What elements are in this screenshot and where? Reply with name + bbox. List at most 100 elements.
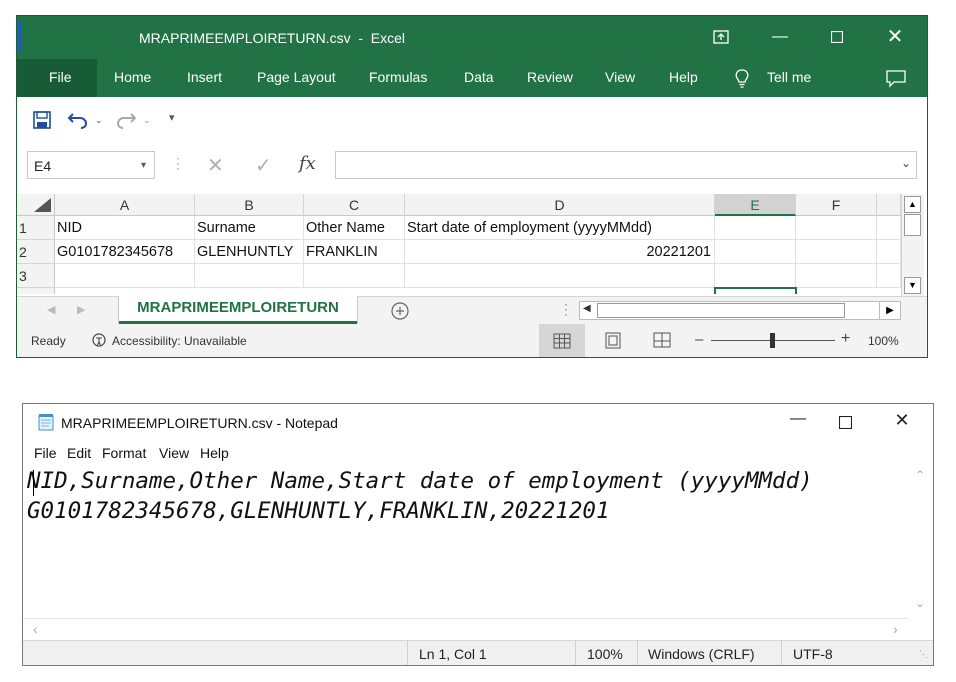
column-header-c[interactable]: C — [304, 194, 405, 216]
menu-view[interactable]: View — [159, 445, 189, 461]
cell-c3[interactable] — [304, 264, 405, 288]
comments-icon[interactable] — [886, 70, 906, 88]
tab-formulas[interactable]: Formulas — [369, 69, 427, 85]
notepad-horizontal-scrollbar[interactable]: ‹ › — [23, 618, 909, 641]
confirm-entry-icon[interactable]: ✓ — [255, 153, 272, 178]
cell-g3[interactable] — [877, 264, 901, 288]
formula-input[interactable] — [335, 151, 917, 179]
row-header-4[interactable] — [17, 288, 55, 294]
save-icon[interactable] — [33, 111, 51, 129]
tab-home[interactable]: Home — [114, 69, 151, 85]
excel-close-button[interactable]: ✕ — [875, 22, 915, 52]
scroll-down-button[interactable]: ▼ — [904, 277, 921, 294]
expand-formula-bar-icon[interactable]: ⌄ — [901, 156, 911, 170]
column-header-e[interactable]: E — [715, 194, 796, 216]
new-sheet-icon[interactable] — [391, 302, 409, 320]
grid-vertical-scrollbar[interactable]: ▲ ▼ — [901, 194, 924, 296]
column-header-d[interactable]: D — [405, 194, 715, 216]
undo-icon[interactable] — [67, 110, 89, 130]
name-box[interactable]: E4 ▾ — [27, 151, 155, 179]
redo-icon[interactable] — [115, 110, 137, 130]
excel-minimize-button[interactable]: — — [760, 22, 800, 52]
tab-help[interactable]: Help — [669, 69, 698, 85]
cell-f1[interactable] — [796, 216, 877, 240]
cell-e2[interactable] — [715, 240, 796, 264]
menu-format[interactable]: Format — [102, 445, 146, 461]
customize-qat-icon[interactable]: ▾ — [169, 111, 175, 124]
status-accessibility[interactable]: Accessibility: Unavailable — [112, 334, 247, 348]
cell-d2[interactable]: 20221201 — [405, 240, 715, 264]
cell-b2[interactable]: GLENHUNTLY — [195, 240, 304, 264]
notepad-vertical-scrollbar[interactable]: ⌃ ⌄ — [909, 466, 931, 618]
zoom-out-button[interactable]: – — [695, 331, 703, 348]
ribbon-display-options-button[interactable] — [701, 22, 741, 52]
cell-f2[interactable] — [796, 240, 877, 264]
cell-e1[interactable] — [715, 216, 796, 240]
notepad-minimize-button[interactable]: — — [783, 410, 813, 428]
cell-b3[interactable] — [195, 264, 304, 288]
scroll-right-button[interactable]: ▶ — [879, 301, 901, 320]
cell-c2[interactable]: FRANKLIN — [304, 240, 405, 264]
select-all-corner[interactable] — [17, 194, 55, 216]
grid-horizontal-scrollbar[interactable]: ◀ — [579, 301, 901, 320]
menu-help[interactable]: Help — [200, 445, 229, 461]
column-header-f[interactable]: F — [796, 194, 877, 216]
row-header-3[interactable]: 3 — [17, 264, 55, 288]
column-header-b[interactable]: B — [195, 194, 304, 216]
cell-a3[interactable] — [55, 264, 195, 288]
tab-split-grip-icon[interactable]: ⋮ — [559, 301, 573, 318]
cell-d3[interactable] — [405, 264, 715, 288]
cell-d1[interactable]: Start date of employment (yyyyMMdd) — [405, 216, 715, 240]
row-header-2[interactable]: 2 — [17, 240, 55, 264]
insert-function-icon[interactable]: fx — [299, 153, 316, 174]
accessibility-icon[interactable] — [91, 332, 111, 348]
scroll-thumb[interactable] — [904, 214, 921, 236]
undo-dropdown-icon[interactable]: ⌄ — [95, 115, 103, 126]
cell-f3[interactable] — [796, 264, 877, 288]
excel-zoom-level[interactable]: 100% — [868, 334, 899, 348]
cell-e3[interactable] — [715, 264, 796, 288]
cell-a2[interactable]: G0101782345678 — [55, 240, 195, 264]
tab-review[interactable]: Review — [527, 69, 573, 85]
redo-dropdown-icon[interactable]: ⌄ — [143, 115, 151, 126]
prev-sheet-icon[interactable]: ◀ — [47, 303, 55, 316]
normal-view-button[interactable] — [539, 324, 585, 357]
tell-me-search[interactable]: Tell me — [767, 69, 811, 85]
tab-file[interactable]: File — [49, 69, 72, 85]
zoom-in-button[interactable]: + — [841, 330, 850, 348]
menu-edit[interactable]: Edit — [67, 445, 91, 461]
notepad-maximize-button[interactable] — [839, 416, 852, 429]
excel-maximize-button[interactable] — [817, 22, 857, 52]
cell-g2[interactable] — [877, 240, 901, 264]
tab-view[interactable]: View — [605, 69, 635, 85]
column-header-g[interactable] — [877, 194, 901, 216]
menu-file[interactable]: File — [34, 445, 57, 461]
cancel-entry-icon[interactable]: ✕ — [207, 153, 224, 178]
scroll-up-icon[interactable]: ⌃ — [915, 468, 925, 482]
tab-insert[interactable]: Insert — [187, 69, 222, 85]
next-sheet-icon[interactable]: ▶ — [77, 303, 85, 316]
column-header-a[interactable]: A — [55, 194, 195, 216]
cell-b1[interactable]: Surname — [195, 216, 304, 240]
hscroll-thumb[interactable] — [597, 303, 845, 318]
page-layout-view-icon[interactable] — [605, 332, 621, 349]
zoom-slider-thumb[interactable] — [770, 333, 775, 348]
cell-g1[interactable] — [877, 216, 901, 240]
scroll-down-icon[interactable]: ⌄ — [915, 596, 925, 610]
tab-data[interactable]: Data — [464, 69, 494, 85]
cell-a1[interactable]: NID — [55, 216, 195, 240]
scroll-left-icon[interactable]: ◀ — [583, 303, 591, 314]
scroll-up-button[interactable]: ▲ — [904, 196, 921, 213]
notepad-close-button[interactable]: ✕ — [887, 410, 917, 431]
tab-page-layout[interactable]: Page Layout — [257, 69, 336, 85]
scroll-right-icon[interactable]: › — [893, 621, 898, 637]
sheet-tab-active[interactable]: MRAPRIMEEMPLOIRETURN — [119, 296, 357, 324]
active-cell-e4[interactable] — [714, 287, 797, 294]
cell-c1[interactable]: Other Name — [304, 216, 405, 240]
resize-grip-icon[interactable]: ⋱ — [919, 649, 928, 660]
name-box-dropdown-icon[interactable]: ▾ — [141, 152, 146, 180]
notepad-text-area[interactable]: NID,Surname,Other Name,Start date of emp… — [27, 466, 907, 616]
scroll-left-icon[interactable]: ‹ — [33, 621, 38, 637]
page-break-view-icon[interactable] — [653, 332, 671, 348]
row-header-1[interactable]: 1 — [17, 216, 55, 240]
